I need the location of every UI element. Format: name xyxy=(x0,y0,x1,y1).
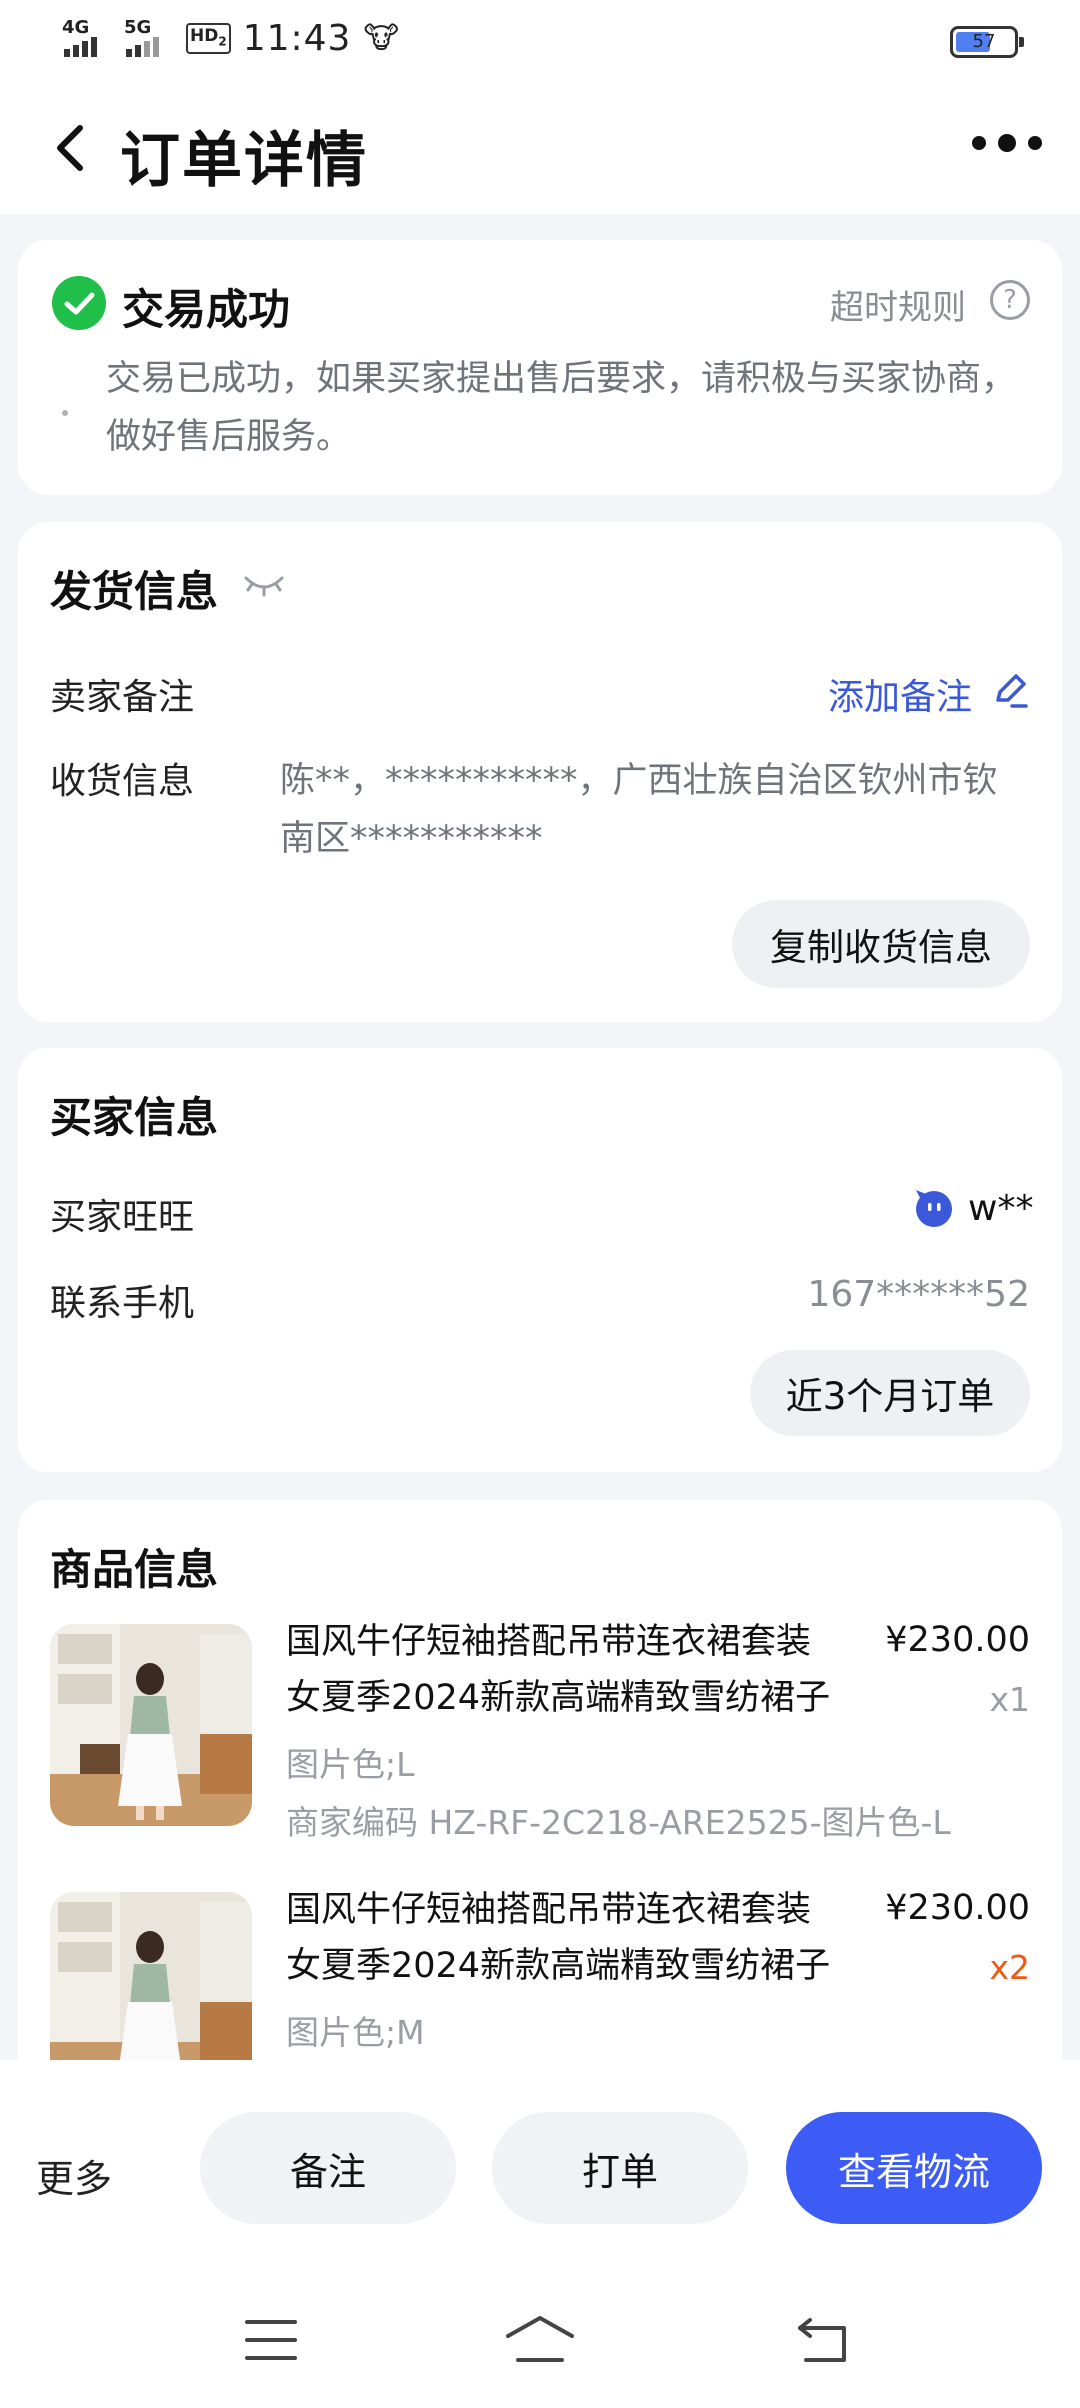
product-quantity: x1 xyxy=(989,1680,1030,1719)
battery-level: 57 xyxy=(972,31,996,52)
seller-note-label: 卖家备注 xyxy=(50,677,195,718)
buyer-info-title: 买家信息 xyxy=(50,1093,219,1142)
help-question-mark: ? xyxy=(1003,285,1017,315)
order-status-card: 交易成功 超时规则 ? 交易已成功，如果买家提出售后要求，请积极与买家协商，做好… xyxy=(18,240,1062,495)
success-check-icon xyxy=(52,276,106,330)
note-button[interactable]: 备注 xyxy=(200,2112,456,2224)
bullet-dot xyxy=(62,410,68,416)
product-price: ¥230.00 xyxy=(885,1888,1030,1928)
edit-pencil-icon[interactable] xyxy=(990,670,1030,710)
wangwang-chat-icon[interactable] xyxy=(914,1188,954,1228)
wangwang-label: 买家旺旺 xyxy=(50,1197,195,1238)
copy-address-button[interactable]: 复制收货信息 xyxy=(732,900,1030,988)
product-thumbnail[interactable] xyxy=(50,1892,252,2060)
address-line-2: 南区*********** xyxy=(280,819,543,859)
status-time: 11:43 xyxy=(242,18,352,59)
page-title: 订单详情 xyxy=(120,126,368,196)
product-spec: 图片色;M xyxy=(286,2013,425,2052)
shipping-info-card: 发货信息 卖家备注 添加备注 收货信息 陈**，***********，广西壮族… xyxy=(18,522,1062,1022)
shipping-info-title: 发货信息 xyxy=(50,567,219,616)
order-status-title: 交易成功 xyxy=(122,285,291,334)
recent-orders-button[interactable]: 近3个月订单 xyxy=(750,1350,1030,1436)
product-title[interactable]: 国风牛仔短袖搭配吊带连衣裙套装 女夏季2024新款高端精致雪纺裙子 xyxy=(286,1882,866,1994)
wangwang-value[interactable]: w** xyxy=(968,1188,1033,1229)
phone-value: 167******52 xyxy=(807,1274,1030,1315)
more-options-icon[interactable] xyxy=(972,134,1042,152)
product-photo xyxy=(50,1892,252,2060)
product-title[interactable]: 国风牛仔短袖搭配吊带连衣裙套装 女夏季2024新款高端精致雪纺裙子 xyxy=(286,1614,866,1726)
timeout-rules-link[interactable]: 超时规则 xyxy=(830,280,966,329)
product-title-line-2: 女夏季2024新款高端精致雪纺裙子 xyxy=(286,1678,831,1718)
back-nav-icon[interactable] xyxy=(796,2316,852,2364)
bottom-action-bar: 更多 备注 打单 查看物流 xyxy=(0,2060,1080,2280)
eye-closed-icon[interactable] xyxy=(242,570,286,600)
add-note-link[interactable]: 添加备注 xyxy=(828,668,972,720)
phone-label: 联系手机 xyxy=(50,1283,195,1324)
merchant-sku-code: 商家编码 HZ-RF-2C218-ARE2525-图片色-L xyxy=(286,1803,951,1842)
help-question-icon[interactable]: ? xyxy=(990,280,1030,320)
product-thumbnail[interactable] xyxy=(50,1624,252,1826)
more-actions-button[interactable]: 更多 xyxy=(36,2148,112,2203)
notification-app-icon: 🐮 xyxy=(363,21,399,56)
product-title-line-1: 国风牛仔短袖搭配吊带连衣裙套装 xyxy=(286,1890,812,1930)
product-title-line-2: 女夏季2024新款高端精致雪纺裙子 xyxy=(286,1946,831,1986)
address-line-1: 陈**，***********，广西壮族自治区钦州市钦 xyxy=(280,761,998,801)
signal-5g-icon: 5G xyxy=(124,18,174,59)
status-bar: 4G 5G HD2 11:43 🐮 57 xyxy=(0,0,1080,84)
hd-voice-icon: HD2 xyxy=(186,22,231,55)
product-quantity: x2 xyxy=(989,1948,1030,1987)
back-arrow-icon[interactable] xyxy=(44,118,104,178)
product-title-line-1: 国风牛仔短袖搭配吊带连衣裙套装 xyxy=(286,1622,812,1662)
order-status-description: 交易已成功，如果买家提出售后要求，请积极与买家协商，做好售后服务。 xyxy=(106,359,1017,457)
product-photo xyxy=(50,1624,252,1826)
print-order-button[interactable]: 打单 xyxy=(492,2112,748,2224)
shipping-address: 陈**，***********，广西壮族自治区钦州市钦 南区**********… xyxy=(280,752,998,868)
goods-info-card: 商品信息 国风牛仔短袖搭配吊带连衣裙套装 女夏季2024新款高端精致雪纺裙子 ¥… xyxy=(18,1500,1062,2060)
menu-lines-icon[interactable] xyxy=(244,2318,298,2362)
battery-icon: 57 xyxy=(950,26,1024,58)
home-icon[interactable] xyxy=(504,2314,576,2364)
address-label: 收货信息 xyxy=(50,761,195,802)
buyer-info-card: 买家信息 买家旺旺 w** 联系手机 167******52 近3个月订单 xyxy=(18,1048,1062,1472)
system-navigation-bar xyxy=(0,2280,1080,2408)
view-logistics-button[interactable]: 查看物流 xyxy=(786,2112,1042,2224)
product-price: ¥230.00 xyxy=(885,1620,1030,1660)
top-navigation: 订单详情 xyxy=(0,84,1080,214)
goods-info-title: 商品信息 xyxy=(50,1545,219,1594)
signal-4g-icon: 4G xyxy=(62,18,112,59)
product-spec: 图片色;L xyxy=(286,1745,415,1784)
